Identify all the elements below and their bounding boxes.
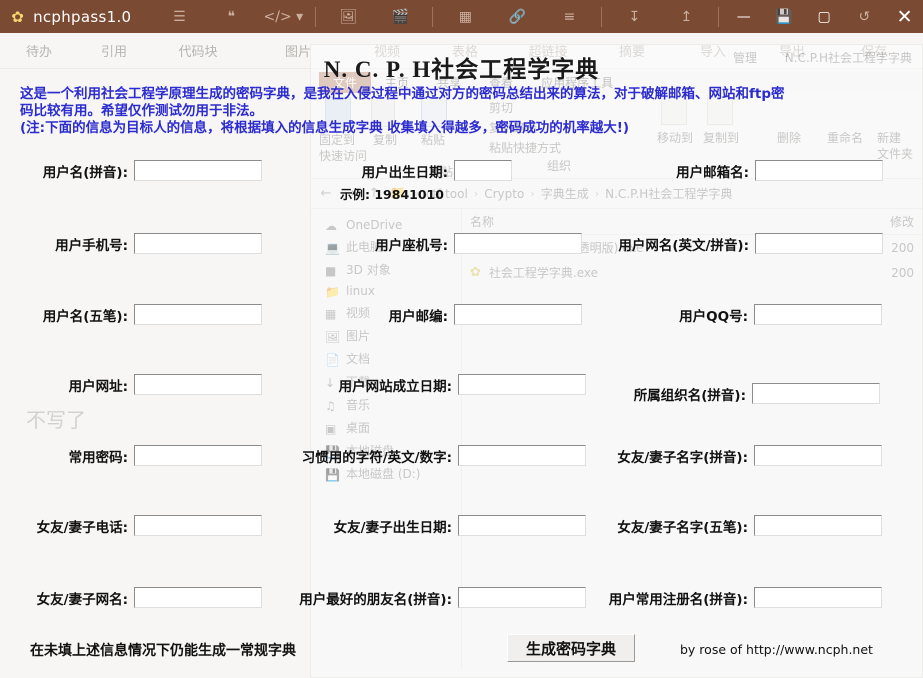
field-label: 用户QQ号: <box>679 308 748 325</box>
field-netname-en: 用户网名(英文/拼音): <box>583 233 883 254</box>
credit-text: by rose of http://www.ncph.net <box>680 642 873 657</box>
video-icon[interactable]: 🎬 <box>374 0 426 33</box>
field-habit-chars: 习惯用的字符/英文/数字: <box>270 445 586 466</box>
editor-icon-toolbar: ☰ ❝ </> ▾ 🖼 🎬 ▦ 🔗 ≡ ↧ ↥ <box>153 0 725 33</box>
app-title: ncphpass1.0 <box>33 7 132 26</box>
field-label: 用户最好的朋友名(拼音): <box>299 591 452 608</box>
best-friend-input[interactable] <box>458 587 586 608</box>
site-founded-input[interactable] <box>458 374 586 395</box>
summary-icon[interactable]: ≡ <box>543 0 595 33</box>
link-icon[interactable]: 🔗 <box>491 0 543 33</box>
birthdate-example-hint: 示例: 19841010 <box>340 187 444 202</box>
description-line-2: 码比较有用。希望仅作测试勿用于非法。 <box>20 103 263 119</box>
habit-chars-input[interactable] <box>458 445 586 466</box>
field-label: 女友/妻子电话: <box>36 519 128 536</box>
field-username-wubi: 用户名(五笔): <box>18 304 262 325</box>
code-block-icon[interactable]: </> ▾ <box>257 0 309 33</box>
username-wubi-input[interactable] <box>134 304 262 325</box>
field-website-url: 用户网址: <box>18 374 262 395</box>
toolbar-divider <box>432 6 434 27</box>
landline-input[interactable] <box>454 233 582 254</box>
undo-icon[interactable]: ↺ <box>843 0 887 33</box>
dialog-title: N. C. P. H社会工程学字典 <box>323 57 600 82</box>
common-password-input[interactable] <box>134 445 262 466</box>
close-button[interactable]: ✕ <box>886 0 923 33</box>
bottom-note: 在未填上述信息情况下仍能生成一常规字典 <box>30 643 296 659</box>
field-landline: 用户座机号: <box>350 233 582 254</box>
field-label: 用户网站成立日期: <box>338 378 452 395</box>
field-common-password: 常用密码: <box>18 445 262 466</box>
field-label: 习惯用的字符/英文/数字: <box>301 449 452 466</box>
field-email: 用户邮箱名: <box>653 160 883 181</box>
birthdate-input[interactable] <box>454 160 512 181</box>
field-label: 用户网名(英文/拼音): <box>618 237 749 254</box>
email-input[interactable] <box>755 160 883 181</box>
postcode-input[interactable] <box>454 304 582 325</box>
qq-input[interactable] <box>754 304 882 325</box>
toolbar-divider <box>315 6 317 27</box>
field-label: 女友/妻子名字(五笔): <box>617 519 748 536</box>
field-label: 常用密码: <box>68 449 128 466</box>
editor-titlebar: ✿ ncphpass1.0 ☰ ❝ </> ▾ 🖼 🎬 ▦ 🔗 ≡ ↧ ↥ — … <box>0 0 923 33</box>
field-organization: 所属组织名(拼音): <box>606 383 880 404</box>
field-label: 所属组织名(拼音): <box>633 387 746 404</box>
field-label: 用户常用注册名(拼音): <box>608 591 748 608</box>
netname-en-input[interactable] <box>755 233 883 254</box>
field-label: 用户网址: <box>68 378 128 395</box>
quote-icon[interactable]: ❝ <box>205 0 257 33</box>
toolbar-divider <box>718 6 720 27</box>
dictionary-dialog: N. C. P. H社会工程学字典 这是一个利用社会工程学原理生成的密码字典，是… <box>8 56 915 670</box>
website-url-input[interactable] <box>134 374 262 395</box>
description-line-3: (注:下面的信息为目标人的信息，将根据填入的信息生成字典 收集填入得越多，密码成… <box>20 120 630 136</box>
toolbar-divider <box>601 6 603 27</box>
field-site-founded: 用户网站成立日期: <box>306 374 586 395</box>
export-icon[interactable]: ↥ <box>660 0 712 33</box>
organization-input[interactable] <box>752 383 880 404</box>
gf-name-wubi-input[interactable] <box>754 515 882 536</box>
field-common-regname: 用户常用注册名(拼音): <box>586 587 882 608</box>
username-pinyin-input[interactable] <box>134 160 262 181</box>
maximize-button[interactable]: ▢ <box>806 0 843 33</box>
field-birthdate: 用户出生日期: <box>330 160 512 181</box>
field-label: 女友/妻子网名: <box>36 591 128 608</box>
field-mobile: 用户手机号: <box>18 233 262 254</box>
gf-birthdate-input[interactable] <box>458 515 586 536</box>
field-qq: 用户QQ号: <box>656 304 882 325</box>
field-gf-netname: 女友/妻子网名: <box>18 587 262 608</box>
mobile-input[interactable] <box>134 233 262 254</box>
description-line-1: 这是一个利用社会工程学原理生成的密码字典，是我在入侵过程中通过对方的密码总结出来… <box>20 86 785 102</box>
field-gf-name-pinyin: 女友/妻子名字(拼音): <box>606 445 882 466</box>
field-label: 用户座机号: <box>375 237 448 254</box>
gf-netname-input[interactable] <box>134 587 262 608</box>
field-label: 女友/妻子名字(拼音): <box>617 449 748 466</box>
gf-phone-input[interactable] <box>134 515 262 536</box>
list-icon[interactable]: ☰ <box>153 0 205 33</box>
field-postcode: 用户邮编: <box>370 304 582 325</box>
field-label: 用户名(五笔): <box>42 308 128 325</box>
field-label: 用户手机号: <box>55 237 128 254</box>
field-label: 用户名(拼音): <box>42 164 128 181</box>
field-gf-birthdate: 女友/妻子出生日期: <box>300 515 586 536</box>
ghost-annotation-text: 不写了 <box>26 408 86 432</box>
field-gf-name-wubi: 女友/妻子名字(五笔): <box>606 515 882 536</box>
flower-icon: ✿ <box>11 7 24 26</box>
field-username-pinyin: 用户名(拼音): <box>18 160 262 181</box>
save-icon[interactable]: 💾 <box>762 0 806 33</box>
field-best-friend: 用户最好的朋友名(拼音): <box>278 587 586 608</box>
import-icon[interactable]: ↧ <box>608 0 660 33</box>
common-regname-input[interactable] <box>754 587 882 608</box>
field-label: 用户邮箱名: <box>676 164 749 181</box>
minimize-button[interactable]: — <box>725 0 762 33</box>
field-label: 女友/妻子出生日期: <box>333 519 452 536</box>
field-gf-phone: 女友/妻子电话: <box>18 515 262 536</box>
image-icon[interactable]: 🖼 <box>322 0 374 33</box>
gf-name-pinyin-input[interactable] <box>754 445 882 466</box>
dialog-description: 这是一个利用社会工程学原理生成的密码字典，是我在入侵过程中通过对方的密码总结出来… <box>20 86 901 137</box>
generate-dictionary-button[interactable]: 生成密码字典 <box>507 634 635 662</box>
table-icon[interactable]: ▦ <box>439 0 491 33</box>
field-label: 用户邮编: <box>388 308 448 325</box>
field-label: 用户出生日期: <box>361 164 448 181</box>
